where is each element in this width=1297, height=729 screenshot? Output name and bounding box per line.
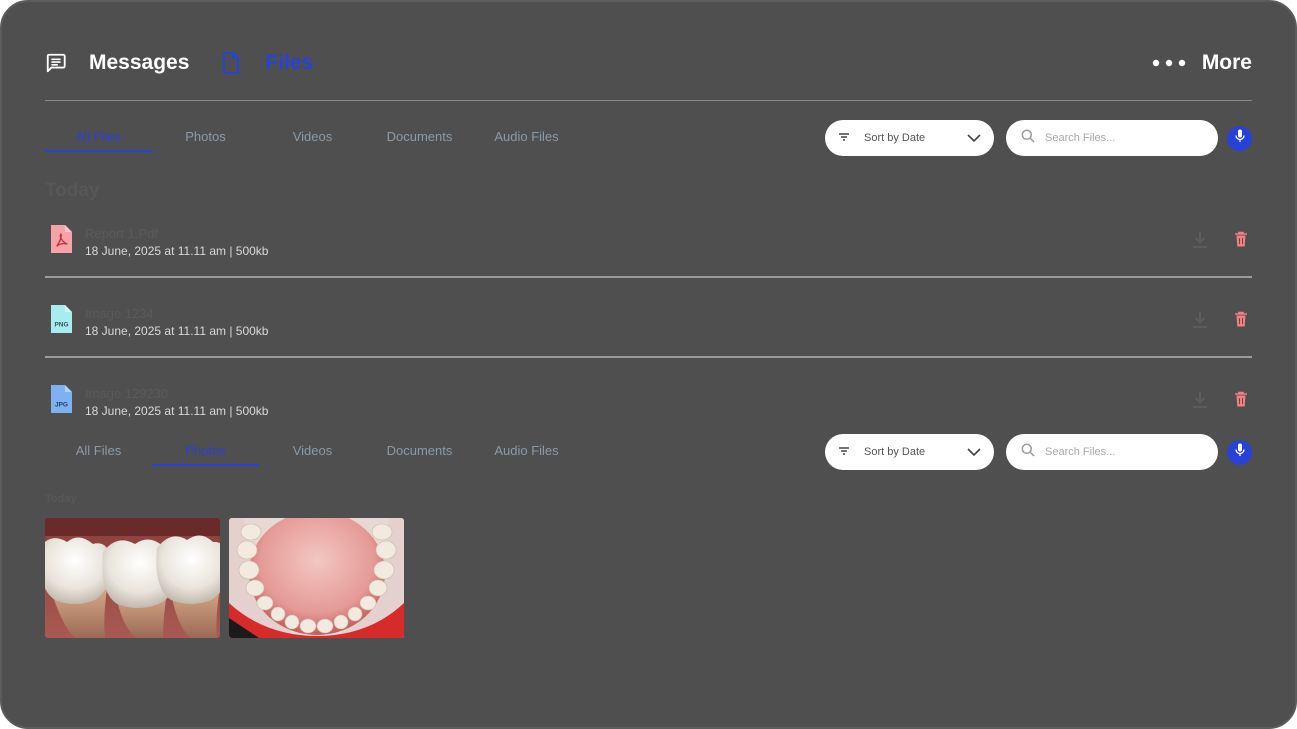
tab-videos[interactable]: Videos <box>259 434 366 466</box>
file-row[interactable]: PNG Image 1234 18 June, 2025 at 11.11 am… <box>45 304 1252 364</box>
messages-nav[interactable]: Messages <box>45 51 189 75</box>
sort-dropdown[interactable]: Sort by Date <box>825 434 994 470</box>
voice-search-button[interactable] <box>1227 440 1252 465</box>
chat-icon <box>45 52 67 74</box>
files-toolbar: All Files Photos Videos Documents Audio … <box>45 120 1252 158</box>
search-box <box>1006 434 1218 470</box>
file-name: Image 129230 <box>85 386 169 401</box>
files-window: Messages Files More All Files Photos Vid… <box>0 0 1297 729</box>
pdf-file-icon <box>49 224 73 259</box>
files-label: Files <box>265 51 314 74</box>
tab-photos[interactable]: Photos <box>152 120 259 152</box>
sort-label: Sort by Date <box>864 132 926 144</box>
tab-documents[interactable]: Documents <box>366 434 473 466</box>
png-file-icon: PNG <box>49 304 73 339</box>
search-box <box>1006 120 1218 156</box>
document-icon <box>221 51 241 75</box>
molar-teeth-image <box>45 518 220 638</box>
more-dots-icon <box>1152 58 1186 68</box>
tab-all-files[interactable]: All Files <box>45 120 152 152</box>
jpg-file-icon: JPG <box>49 384 73 419</box>
files-nav[interactable]: Files <box>221 51 313 75</box>
sort-dropdown[interactable]: Sort by Date <box>825 120 994 156</box>
tab-all-files[interactable]: All Files <box>45 434 152 466</box>
file-type-tabs: All Files Photos Videos Documents Audio … <box>45 120 580 158</box>
more-menu[interactable]: More <box>1152 51 1252 75</box>
photo-thumbnail-dental-arch[interactable] <box>229 518 404 638</box>
file-name: Image 1234 <box>85 306 154 321</box>
tab-videos[interactable]: Videos <box>259 120 366 152</box>
file-meta: 18 June, 2025 at 11.11 am | 500kb <box>85 404 269 418</box>
file-meta: 18 June, 2025 at 11.11 am | 500kb <box>85 244 269 258</box>
file-meta: 18 June, 2025 at 11.11 am | 500kb <box>85 324 269 338</box>
download-icon[interactable] <box>1192 231 1208 254</box>
filter-icon <box>838 443 850 461</box>
delete-icon[interactable] <box>1234 311 1248 333</box>
download-icon[interactable] <box>1192 391 1208 414</box>
search-input[interactable] <box>1045 132 1195 144</box>
tab-documents[interactable]: Documents <box>366 120 473 152</box>
search-icon <box>1021 443 1035 462</box>
filter-icon <box>838 129 850 147</box>
tab-audio-files[interactable]: Audio Files <box>473 434 580 466</box>
photos-section-title: Today <box>45 493 77 505</box>
delete-icon[interactable] <box>1234 231 1248 253</box>
sort-label: Sort by Date <box>864 446 926 458</box>
tab-audio-files[interactable]: Audio Files <box>473 120 580 152</box>
microphone-icon <box>1234 443 1245 462</box>
more-label: More <box>1201 51 1252 74</box>
microphone-icon <box>1234 129 1245 148</box>
header-divider <box>45 100 1252 101</box>
photos-toolbar: All Files Photos Videos Documents Audio … <box>45 434 1252 472</box>
chevron-down-icon <box>966 444 982 465</box>
row-divider <box>45 276 1252 278</box>
chevron-down-icon <box>966 130 982 151</box>
dental-arch-image <box>229 518 404 638</box>
delete-icon[interactable] <box>1234 391 1248 413</box>
file-type-tabs: All Files Photos Videos Documents Audio … <box>45 434 580 472</box>
file-name: Report 1.Pdf <box>85 226 158 241</box>
photo-thumbnail-molar-teeth[interactable] <box>45 518 220 638</box>
download-icon[interactable] <box>1192 311 1208 334</box>
png-badge: PNG <box>54 322 68 329</box>
row-divider <box>45 356 1252 358</box>
messages-label: Messages <box>89 51 190 74</box>
file-row[interactable]: Report 1.Pdf 18 June, 2025 at 11.11 am |… <box>45 224 1252 284</box>
app-header: Messages Files More <box>45 42 1252 84</box>
search-input[interactable] <box>1045 446 1195 458</box>
search-icon <box>1021 129 1035 148</box>
jpg-badge: JPG <box>55 402 68 409</box>
tab-photos[interactable]: Photos <box>152 434 259 466</box>
files-section-title: Today <box>45 180 100 201</box>
voice-search-button[interactable] <box>1227 126 1252 151</box>
